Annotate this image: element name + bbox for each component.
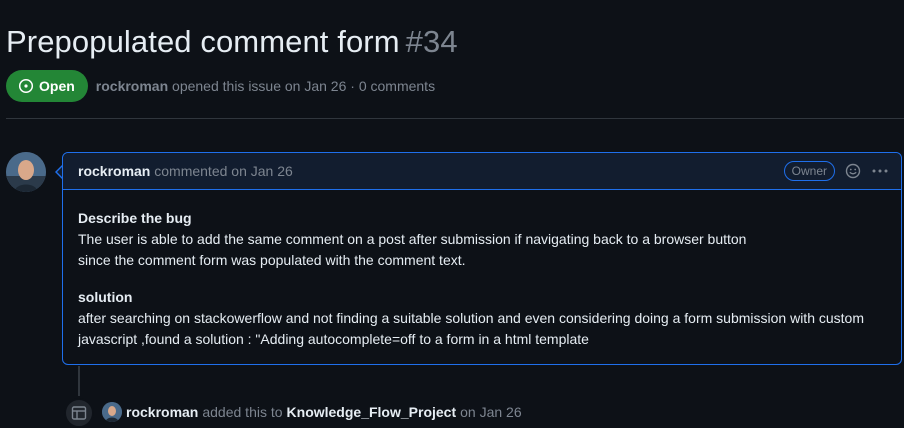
comment-author-link[interactable]: rockroman — [78, 163, 150, 179]
comment-byline: rockroman commented on Jan 26 — [78, 163, 293, 179]
issue-page: Prepopulated comment form #34 Open rockro… — [0, 0, 904, 428]
issue-opened-text: opened this issue on Jan 26 · 0 comments — [172, 78, 436, 94]
comment-line: The user is able to add the same comment… — [78, 231, 747, 247]
state-label: Open — [39, 78, 75, 94]
issue-author-link[interactable]: rockroman — [96, 78, 168, 94]
smiley-icon[interactable] — [845, 163, 861, 179]
timeline-event: rockroman added this to Knowledge_Flow_P… — [102, 402, 522, 422]
comment-body: Describe the bug The user is able to add… — [63, 190, 901, 350]
comment-heading-bug: Describe the bug — [78, 210, 192, 226]
comment-line: javascript ,found a solution : "Adding a… — [78, 331, 589, 347]
comment-heading-solution: solution — [78, 289, 133, 305]
event-avatar[interactable] — [102, 402, 122, 422]
timeline-line — [78, 366, 80, 396]
kebab-horizontal-icon[interactable] — [871, 163, 889, 179]
issue-opened-icon — [18, 78, 34, 94]
state-badge: Open — [6, 70, 88, 102]
comment-box: rockroman commented on Jan 26 Owner Desc… — [62, 152, 902, 365]
comment-header: rockroman commented on Jan 26 Owner — [63, 153, 901, 190]
issue-title: Prepopulated comment form #34 — [6, 24, 458, 60]
issue-meta: Open rockroman opened this issue on Jan … — [6, 70, 435, 102]
comment-line: since the comment form was populated wit… — [78, 252, 466, 268]
avatar[interactable] — [6, 152, 46, 192]
event-date: on Jan 26 — [460, 404, 522, 420]
event-action-text: added this to — [202, 404, 283, 420]
header-divider — [6, 118, 904, 119]
owner-badge: Owner — [783, 161, 835, 181]
event-author-link[interactable]: rockroman — [126, 404, 198, 420]
comment-action-text: commented on Jan 26 — [154, 163, 293, 179]
issue-number: #34 — [405, 24, 458, 59]
project-table-icon — [64, 398, 94, 428]
issue-title-text: Prepopulated comment form — [6, 24, 400, 59]
issue-meta-text: rockroman opened this issue on Jan 26 · … — [96, 78, 435, 94]
comment-line: after searching on stackowerflow and not… — [78, 310, 864, 326]
project-link[interactable]: Knowledge_Flow_Project — [287, 404, 457, 420]
